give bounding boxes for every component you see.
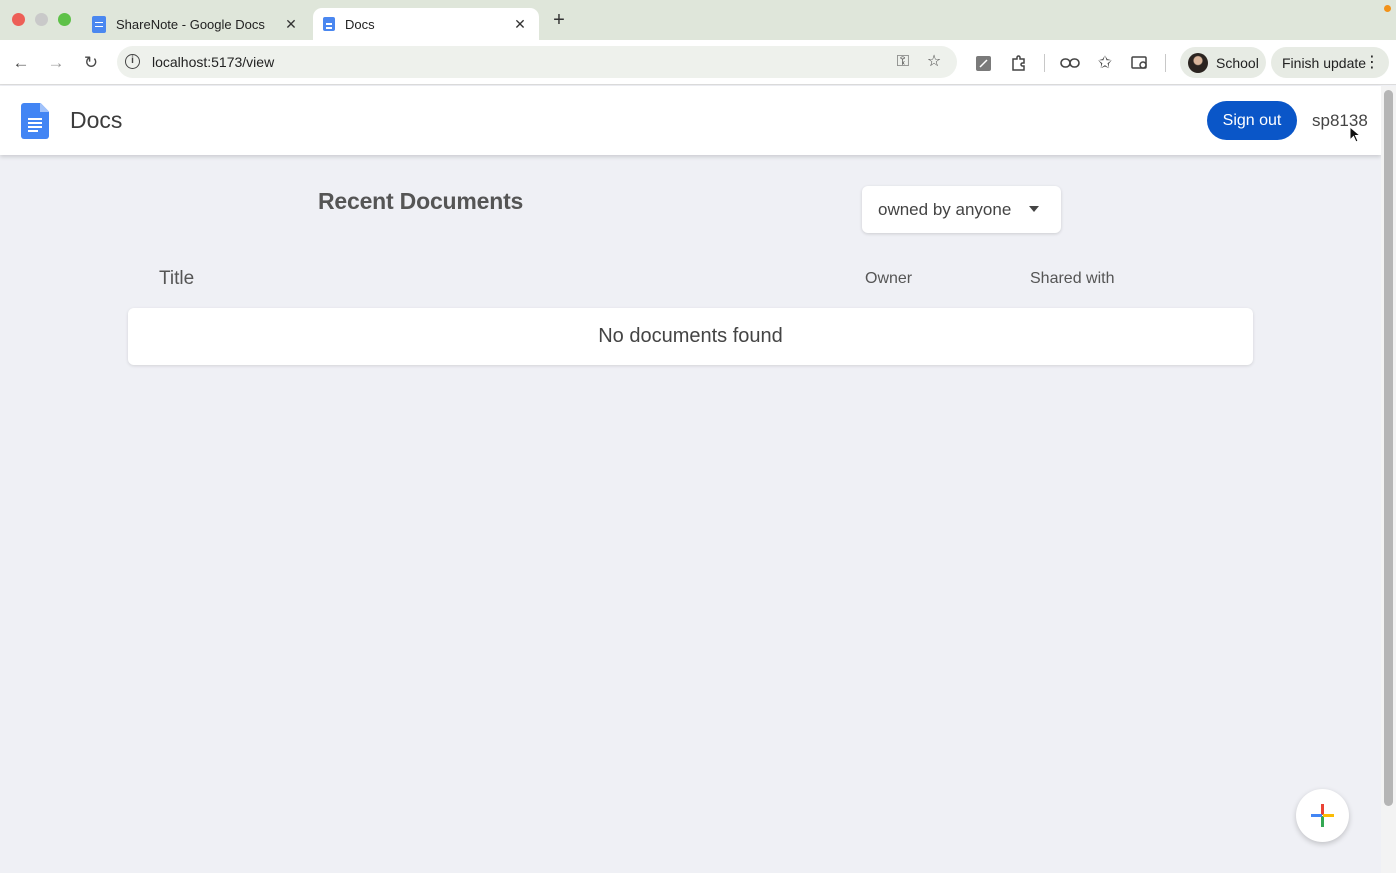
site-info-icon[interactable]: i: [125, 54, 140, 69]
owner-filter-value: owned by anyone: [878, 199, 1012, 219]
window-close-button[interactable]: [12, 13, 25, 26]
tab-search-icon[interactable]: [1128, 51, 1152, 75]
notification-dot: [1384, 5, 1391, 12]
profile-label: School: [1216, 54, 1259, 71]
app-header: Docs Sign out sp8138: [0, 86, 1381, 155]
scrollbar-thumb[interactable]: [1384, 90, 1393, 806]
docs-favicon-icon: [92, 15, 106, 33]
link-icon[interactable]: [1058, 51, 1082, 75]
tab-sharenote[interactable]: ShareNote - Google Docs ✕: [82, 8, 310, 40]
finish-update-button[interactable]: Finish update ⋮: [1271, 47, 1389, 78]
column-header-owner: Owner: [865, 270, 913, 287]
toolbar-divider: [1044, 54, 1045, 72]
more-vert-icon: ⋮: [1364, 54, 1380, 71]
sign-out-button[interactable]: Sign out: [1207, 101, 1297, 140]
create-document-button[interactable]: [1296, 789, 1349, 842]
back-arrow-icon[interactable]: ←: [9, 51, 33, 75]
reload-icon[interactable]: ↻: [79, 51, 103, 75]
window-zoom-button[interactable]: [58, 13, 71, 26]
password-key-icon[interactable]: ⚿: [891, 50, 915, 74]
empty-message: No documents found: [598, 325, 783, 347]
address-bar[interactable]: i localhost:5173/view ⚿ ☆: [117, 46, 957, 78]
browser-toolbar: ← → ↻ i localhost:5173/view ⚿ ☆ ✩ School…: [0, 40, 1396, 85]
profile-button[interactable]: School: [1180, 47, 1266, 78]
window-minimize-button[interactable]: [35, 13, 48, 26]
docs-logo-icon[interactable]: [21, 103, 49, 139]
page-title: Recent Documents: [318, 188, 524, 214]
reading-list-star-icon[interactable]: ✩: [1093, 51, 1117, 75]
tab-close-icon[interactable]: ✕: [282, 16, 300, 33]
empty-state: No documents found: [128, 308, 1253, 365]
url-text: localhost:5173/view: [152, 54, 275, 70]
tab-title: Docs: [345, 16, 375, 32]
new-tab-icon[interactable]: +: [548, 8, 570, 32]
app-brand[interactable]: Docs: [70, 107, 122, 134]
toolbar-divider: [1165, 54, 1166, 72]
browser-tab-bar: ShareNote - Google Docs ✕ Docs ✕ +: [0, 0, 1396, 40]
tab-title: ShareNote - Google Docs: [116, 16, 265, 32]
extension-app-icon[interactable]: [971, 51, 995, 75]
caret-down-icon: [1029, 206, 1039, 212]
tab-docs[interactable]: Docs ✕: [313, 8, 539, 40]
owner-filter-select[interactable]: owned by anyone: [862, 186, 1061, 233]
update-label: Finish update: [1282, 54, 1367, 71]
column-header-shared-with: Shared with: [1030, 270, 1115, 287]
avatar: [1188, 52, 1208, 73]
tab-close-icon[interactable]: ✕: [511, 16, 529, 33]
docs-favicon-icon: [323, 17, 335, 31]
column-header-title: Title: [159, 268, 195, 289]
forward-arrow-icon[interactable]: →: [44, 51, 68, 75]
extensions-puzzle-icon[interactable]: [1007, 51, 1031, 75]
bookmark-star-icon[interactable]: ☆: [922, 50, 946, 74]
page-scrollbar[interactable]: [1381, 86, 1396, 873]
